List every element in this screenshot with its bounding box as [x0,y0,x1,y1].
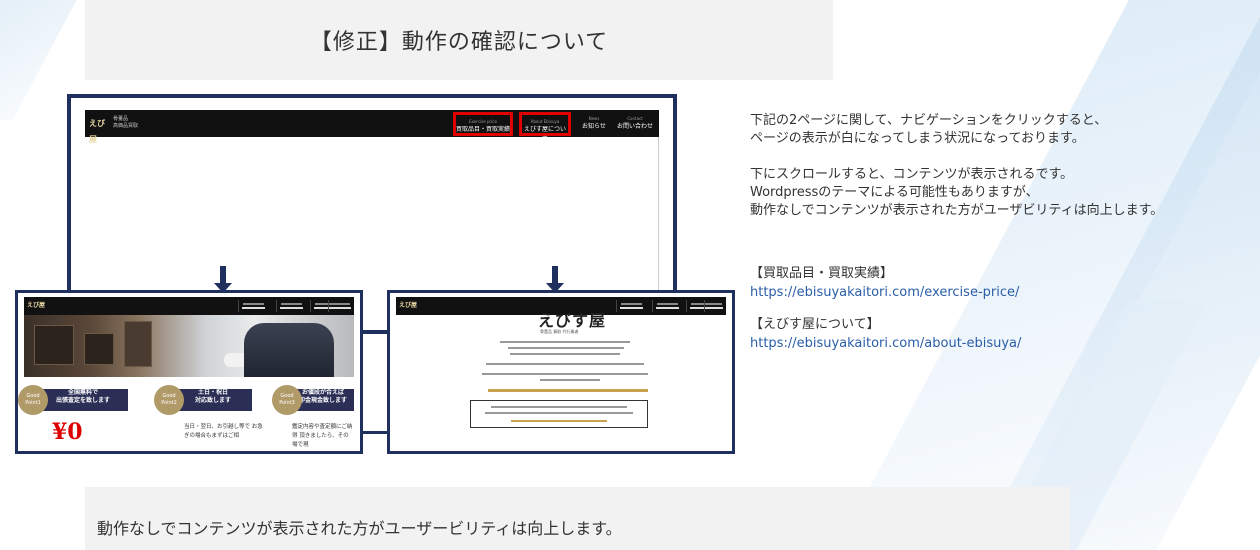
mini-site-header: えび屋 [24,297,354,315]
link-about-ebisuya[interactable]: https://ebisuyakaitori.com/about-ebisuya… [750,334,1150,353]
text-line [511,420,607,422]
screenshot-exercise-price-page: えび屋 Good Point1 全国無料で 出張査定を致します Good Poi… [15,290,363,454]
site-subtitle-line: 高価品買取 [113,123,139,129]
text-line [482,373,648,375]
issue-description: 下記の2ページに関して、ナビゲーションをクリックすると、 ページの表示が白になっ… [750,112,1260,220]
text-line [500,341,630,343]
about-notice-box [470,400,648,428]
arrow-down-icon [552,266,558,284]
antique-box-image [34,325,74,365]
highlight-text-line [488,389,648,392]
text-line [540,379,600,381]
point-title-line: 対応致します [194,397,231,404]
about-subtitle: 骨董品 買取 代行業者 [540,329,579,334]
point-description: 鑑定内容や査定額にご納得 頂きましたら、その場で現 [292,424,353,448]
nav-item-jp-label: お問い合わせ [616,123,653,130]
hero-photo [24,315,354,377]
arrow-down-icon [220,266,226,284]
nav-item-jp-label: 買取品目・買取実績 [456,126,511,133]
nav-item-news[interactable]: News お知らせ [579,112,609,136]
antique-box-image [124,321,152,367]
description-line: 下にスクロールすると、コンテンツが表示されるです。 [750,167,1074,182]
mini-nav-item [704,300,726,312]
nav-item-en-label: Exercise price [469,119,497,124]
description-line: 動作なしでコンテンツが表示された方がユーザビリティは向上します。 [750,203,1164,218]
mini-nav-item [328,300,354,312]
nav-item-exercise-price[interactable]: Exercise price 買取品目・買取実績 [453,112,513,136]
about-logo: えびす屋 [538,311,607,330]
site-subtitle-line: 骨董品 [113,116,129,122]
point-badge: Good Point1 [18,385,48,415]
text-line [491,406,627,408]
mini-site-logo: えび屋 [399,302,418,309]
slide-title: 【修正】動作の確認について [309,30,609,55]
antique-box-image [84,333,114,365]
mini-site-logo: えび屋 [27,302,46,309]
link-label: 【えびす屋について】 [750,317,880,332]
text-line [485,412,633,414]
site-subtitle: 骨董品 高価品買取 [113,116,153,130]
nav-item-jp-label: お知らせ [582,123,606,130]
mini-nav-item [276,300,306,312]
mini-nav-item [616,300,646,312]
description-line: Wordpressのテーマによる可能性もありますが、 [750,185,1039,200]
page-links: 【買取品目・買取実績】 https://ebisuyakaitori.com/e… [750,264,1150,353]
text-line [486,363,644,365]
appraiser-image [244,323,334,377]
point-title-line: 出張査定を致します [55,397,110,404]
text-line [510,353,620,355]
good-points-row: Good Point1 全国無料で 出張査定を致します Good Point2 … [18,385,354,415]
screenshot-about-page: えび屋 えびす屋 骨董品 買取 代行業者 [387,290,735,454]
nav-item-en-label: About Ebisuya [530,119,560,124]
mini-nav-item [652,300,682,312]
bottom-note-band: 動作なしでコンテンツが表示された方がユーザービリティは向上します。 [85,487,1070,550]
frame-connector [363,431,389,434]
point-badge: Good Point2 [154,385,184,415]
mini-nav-item [238,300,268,312]
description-line: 下記の2ページに関して、ナビゲーションをクリックすると、 [750,113,1108,128]
slide-title-band: 【修正】動作の確認について [85,0,833,80]
text-line [508,347,624,349]
link-exercise-price[interactable]: https://ebisuyakaitori.com/exercise-pric… [750,283,1150,302]
point-title: 全国無料で 出張査定を致します [38,389,128,411]
point-title-line: 土日・祝日 [197,389,228,396]
bottom-note: 動作なしでコンテンツが表示された方がユーザービリティは向上します。 [97,519,622,538]
link-label: 【買取品目・買取実績】 [750,266,894,281]
yen-zero-text: ¥0 [52,419,83,445]
description-line: ページの表示が白になってしまう状況になっております。 [750,131,1085,146]
website-screenshot-top: えび屋 骨董品 高価品買取 Exercise price 買取品目・買取実績 A… [85,110,659,310]
point-title-line: 全国無料で [67,389,98,396]
site-logo[interactable]: えび屋 [89,115,111,144]
nav-item-en-label: Contact [627,116,643,121]
point-badge: Good Point3 [272,385,302,415]
point-description: 当日・翌日、お引越し等で お急ぎの場合もまずはご相 [184,424,263,439]
nav-item-jp-label: えびす屋について [523,126,566,143]
nav-item-contact[interactable]: Contact お問い合わせ [615,112,655,136]
nav-item-about-ebisuya[interactable]: About Ebisuya えびす屋について [519,112,571,143]
point-title: 土日・祝日 対応致します [174,389,252,411]
site-header: えび屋 骨董品 高価品買取 Exercise price 買取品目・買取実績 A… [85,110,659,144]
nav-item-en-label: News [588,116,600,121]
